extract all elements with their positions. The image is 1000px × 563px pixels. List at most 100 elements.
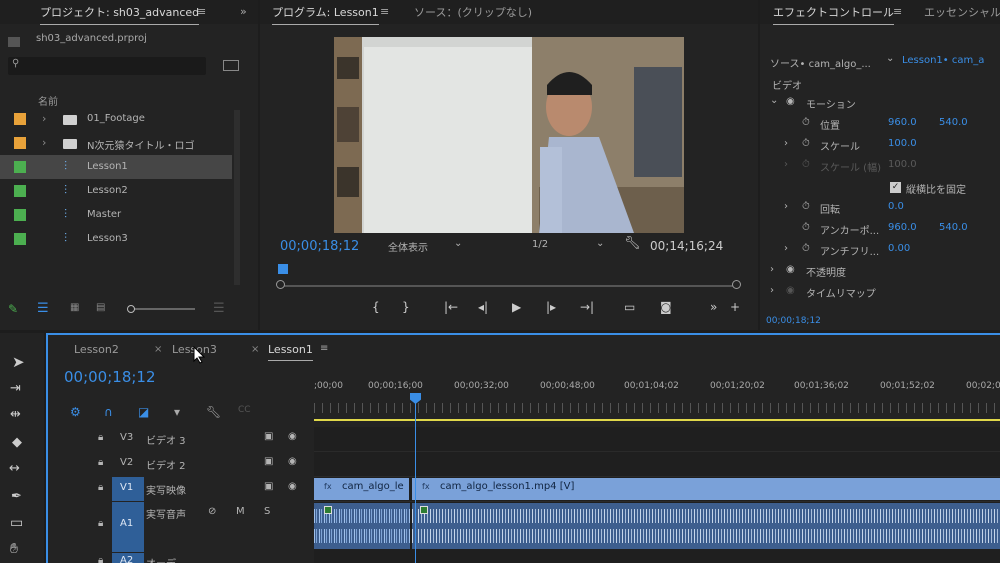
close-icon[interactable]: × bbox=[154, 344, 162, 355]
search-input[interactable]: ⚲ bbox=[8, 57, 206, 75]
sort-icon[interactable]: ☰ bbox=[213, 301, 225, 316]
step-back-icon[interactable]: ◂| bbox=[478, 300, 488, 314]
list-item[interactable]: › 01_Footage bbox=[0, 107, 232, 131]
tab-lesson2[interactable]: Lesson2 bbox=[74, 343, 119, 356]
video-clip[interactable]: fx cam_algo_le bbox=[314, 478, 410, 500]
opacity-row[interactable]: › ◉ 不透明度 bbox=[760, 264, 1000, 280]
property-row[interactable]: › ⏱︎ 回転 0.0 bbox=[760, 201, 1000, 219]
eye-icon[interactable]: ◉ bbox=[786, 264, 795, 275]
effect-menu-icon[interactable]: ≡ bbox=[893, 5, 902, 18]
stopwatch-icon[interactable]: ⏱︎ bbox=[802, 243, 810, 254]
list-view-icon[interactable]: ☰ bbox=[37, 301, 49, 316]
list-item[interactable]: ⫶ Master bbox=[0, 203, 232, 227]
chevron-down-icon[interactable]: ⌄ bbox=[886, 53, 894, 64]
project-menu-icon[interactable]: ≡ bbox=[197, 5, 206, 18]
chevron-right-icon[interactable]: › bbox=[42, 136, 46, 149]
pen-tool-icon[interactable]: ✒ bbox=[11, 489, 22, 504]
go-to-in-icon[interactable]: |← bbox=[444, 300, 458, 314]
lock-icon[interactable]: 🔒︎ bbox=[98, 457, 103, 468]
mute-button[interactable]: M bbox=[236, 506, 245, 517]
settings-wrench-icon[interactable]: 🔧︎ bbox=[206, 405, 221, 419]
freeform-view-icon[interactable]: ▤ bbox=[96, 302, 105, 313]
lock-icon[interactable]: 🔒︎ bbox=[98, 432, 103, 443]
lock-icon[interactable]: 🔒︎ bbox=[98, 482, 103, 493]
ripple-edit-tool-icon[interactable]: ⇹ bbox=[10, 407, 21, 422]
tab-lesson1[interactable]: Lesson1 bbox=[268, 343, 313, 361]
property-value[interactable]: 0.00 bbox=[888, 243, 910, 254]
property-value[interactable]: 960.0 bbox=[888, 117, 917, 128]
tab-program[interactable]: プログラム: Lesson1 bbox=[272, 4, 379, 25]
expand-panels-icon[interactable]: » bbox=[240, 5, 247, 18]
selection-tool-icon[interactable]: ➤ bbox=[12, 353, 25, 371]
audio-clip[interactable] bbox=[314, 503, 410, 549]
lock-icon[interactable]: 🔒︎ bbox=[98, 518, 103, 529]
video-clip[interactable]: fx cam_algo_lesson1.mp4 [V] bbox=[412, 478, 1000, 500]
stopwatch-icon[interactable]: ⏱︎ bbox=[802, 222, 810, 233]
video-frame[interactable] bbox=[334, 37, 684, 233]
chevron-down-icon[interactable]: ⌄ bbox=[770, 95, 778, 106]
eye-icon[interactable]: ◉ bbox=[288, 456, 297, 467]
wrench-icon[interactable]: 🔧︎ bbox=[624, 236, 641, 251]
chevron-right-icon[interactable]: › bbox=[770, 264, 774, 275]
motion-row[interactable]: ⌄ ◉ モーション bbox=[760, 95, 1000, 112]
chevron-right-icon[interactable]: › bbox=[784, 201, 788, 212]
tab-effect-controls[interactable]: エフェクトコントロール bbox=[773, 4, 894, 25]
safe-margins-icon[interactable]: ▭ bbox=[624, 300, 635, 314]
step-forward-icon[interactable]: |▸ bbox=[546, 300, 556, 314]
marker-icon[interactable]: ▾ bbox=[174, 405, 180, 419]
time-remap-row[interactable]: › ◉ タイムリマップ bbox=[760, 285, 1000, 301]
playhead-marker[interactable] bbox=[278, 264, 288, 274]
captions-icon[interactable]: CC bbox=[238, 405, 251, 415]
property-row[interactable]: ⏱︎ 位置 960.0 540.0 bbox=[760, 117, 1000, 135]
linked-selection-icon[interactable]: ◪ bbox=[138, 405, 149, 419]
chevron-right-icon[interactable]: › bbox=[784, 243, 788, 254]
stopwatch-icon[interactable]: ⏱︎ bbox=[802, 117, 810, 128]
timeline-menu-icon[interactable]: ≡ bbox=[320, 343, 328, 354]
chevron-right-icon[interactable]: › bbox=[770, 285, 774, 296]
list-item-selected[interactable]: ⫶ Lesson1 bbox=[0, 155, 232, 179]
project-scrollbar[interactable] bbox=[234, 110, 240, 285]
property-row[interactable]: › ⏱︎ スケール 100.0 bbox=[760, 138, 1000, 156]
solo-button[interactable]: S bbox=[264, 506, 270, 517]
property-value[interactable]: 100.0 bbox=[888, 138, 917, 149]
keyframe-icon[interactable] bbox=[324, 506, 332, 514]
tab-source[interactable]: ソース：(クリップなし) bbox=[414, 4, 532, 20]
track-select-tool-icon[interactable]: ⇥ bbox=[10, 381, 21, 396]
film-icon[interactable]: ▣ bbox=[264, 431, 273, 442]
checkbox-icon[interactable]: ✓ bbox=[890, 182, 901, 193]
property-row[interactable]: ⏱︎ アンカーポ... 960.0 540.0 bbox=[760, 222, 1000, 240]
current-timecode[interactable]: 00;00;18;12 bbox=[280, 239, 359, 254]
chevron-right-icon[interactable]: › bbox=[784, 138, 788, 149]
uniform-scale-checkbox[interactable]: ✓ 縦横比を固定 bbox=[890, 181, 1000, 197]
program-menu-icon[interactable]: ≡ bbox=[380, 5, 389, 18]
playhead-ruler[interactable] bbox=[276, 264, 741, 290]
property-row[interactable]: › ⏱︎ アンチフリ... 0.00 bbox=[760, 243, 1000, 261]
list-item[interactable]: › N次元猿タイトル・ロゴ bbox=[0, 131, 232, 155]
eye-icon[interactable]: ◉ bbox=[288, 431, 297, 442]
tab-project[interactable]: プロジェクト: sh03_advanced bbox=[40, 4, 200, 25]
film-icon[interactable]: ▣ bbox=[264, 456, 273, 467]
tab-essential[interactable]: エッセンシャル bbox=[924, 4, 1000, 20]
nest-icon[interactable]: ⚙︎ bbox=[70, 405, 81, 419]
hand-tool-icon[interactable]: ✋︎ bbox=[10, 541, 18, 557]
rectangle-tool-icon[interactable]: ▭ bbox=[10, 515, 23, 531]
list-item[interactable]: ⫶ Lesson3 bbox=[0, 227, 232, 251]
property-value[interactable]: 540.0 bbox=[939, 222, 968, 233]
property-value[interactable]: 0.0 bbox=[888, 201, 904, 212]
timeline-timecode[interactable]: 00;00;18;12 bbox=[64, 368, 156, 386]
film-icon[interactable]: ▣ bbox=[264, 481, 273, 492]
close-icon[interactable]: × bbox=[251, 344, 259, 355]
snap-icon[interactable]: ∩ bbox=[104, 405, 113, 419]
pencil-icon[interactable]: ✎ bbox=[8, 302, 18, 316]
more-controls-icon[interactable]: » bbox=[710, 300, 717, 314]
mic-off-icon[interactable]: ⊘ bbox=[208, 506, 216, 517]
stopwatch-icon[interactable]: ⏱︎ bbox=[802, 201, 810, 212]
chevron-right-icon[interactable]: › bbox=[42, 112, 46, 125]
razor-tool-icon[interactable]: ◆ bbox=[12, 435, 22, 450]
camera-icon[interactable]: ◙ bbox=[660, 300, 672, 314]
resolution-select[interactable]: 1/2 ⌄ bbox=[532, 238, 610, 250]
timeline-playhead[interactable] bbox=[410, 393, 422, 563]
go-to-out-icon[interactable]: →| bbox=[580, 300, 594, 314]
mark-out-icon[interactable]: } bbox=[402, 300, 410, 314]
list-item[interactable]: ⫶ Lesson2 bbox=[0, 179, 232, 203]
